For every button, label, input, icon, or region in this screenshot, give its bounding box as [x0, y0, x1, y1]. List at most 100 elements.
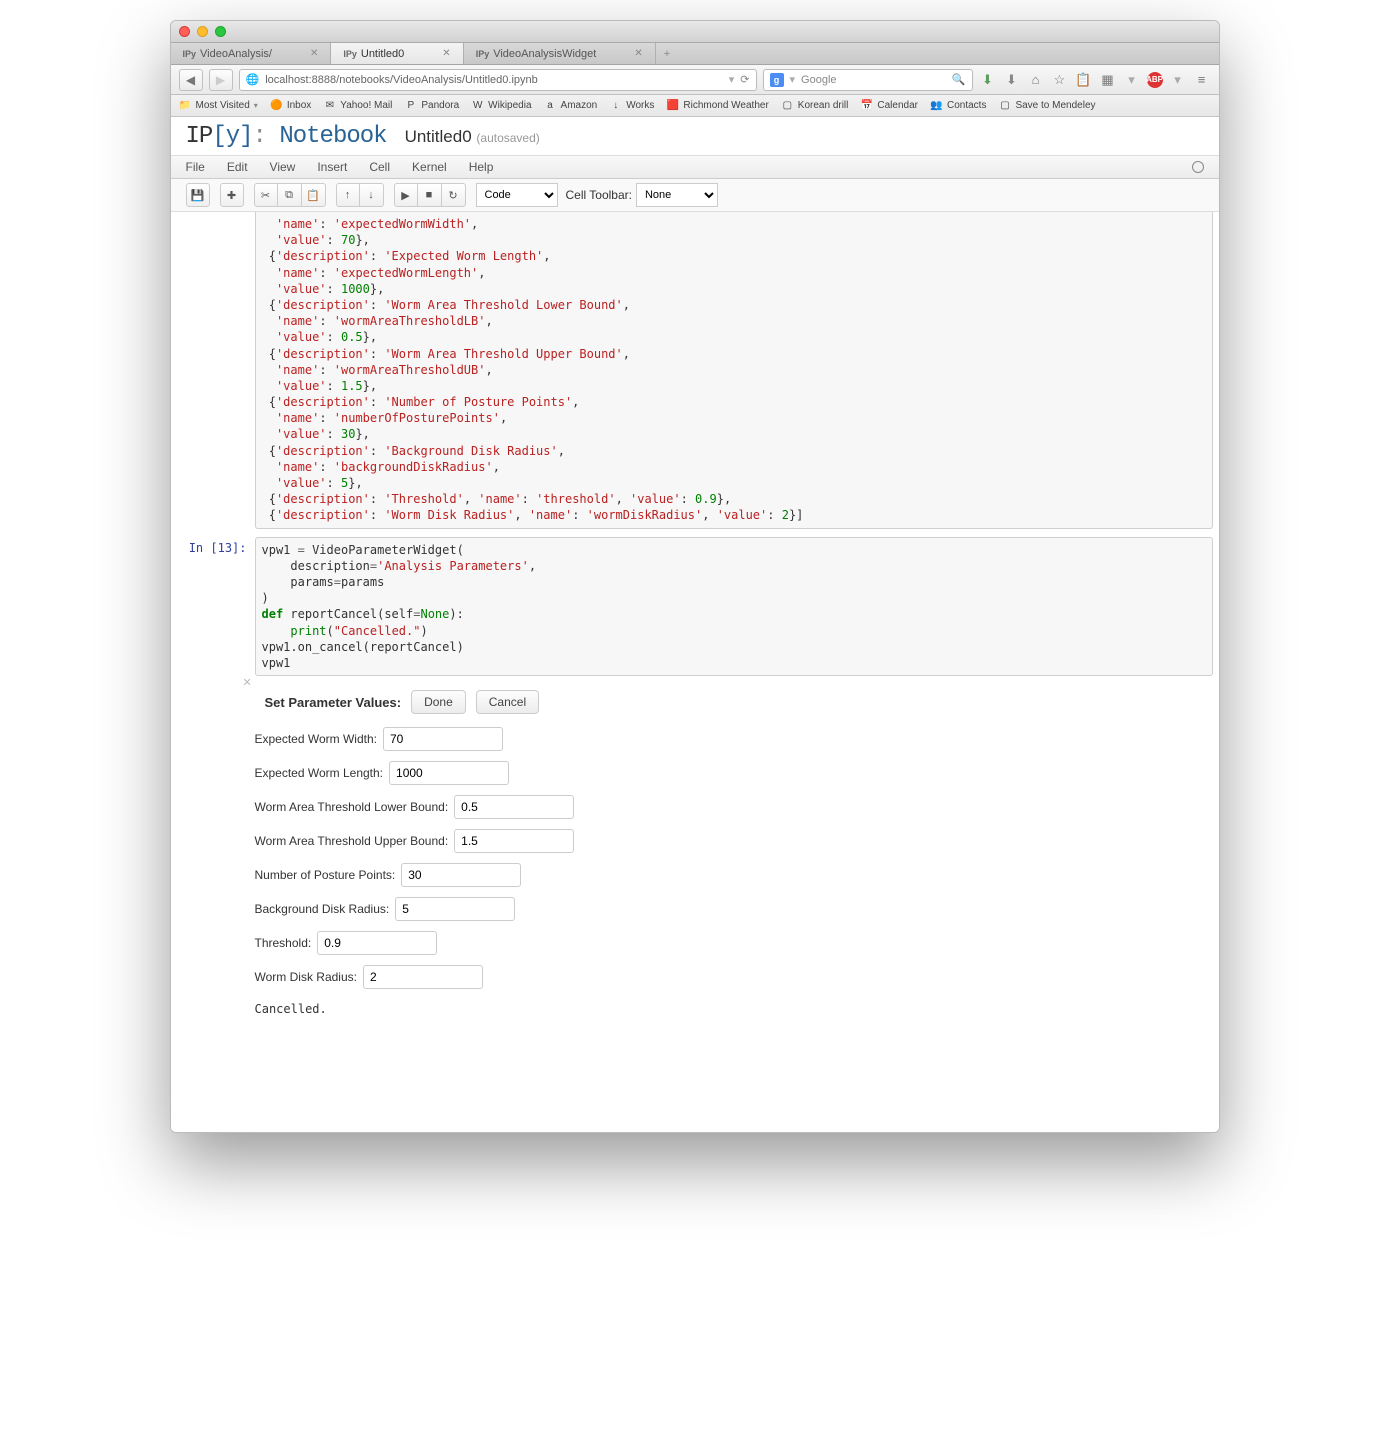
bookmark-item[interactable]: ▢Korean drill — [781, 99, 849, 112]
bookmark-item[interactable]: ▢ Save to Mendeley — [998, 99, 1095, 112]
back-button[interactable]: ◀ — [179, 69, 203, 91]
menu-file[interactable]: File — [186, 160, 205, 174]
field-input[interactable] — [401, 863, 521, 887]
forward-button[interactable]: ▶ — [209, 69, 233, 91]
bookmark-icon: 🟠 — [270, 99, 283, 112]
search-bar[interactable]: g ▾ Google 🔍 — [763, 69, 973, 91]
tab-favicon: IPy — [343, 49, 357, 59]
stop-button[interactable]: ■ — [418, 183, 442, 207]
url-bar[interactable]: 🌐 localhost:8888/notebooks/VideoAnalysis… — [239, 69, 757, 91]
bookmark-star-icon[interactable]: ☆ — [1051, 71, 1069, 89]
search-icon[interactable]: 🔍 — [952, 73, 966, 86]
copy-button[interactable]: ⧉ — [278, 183, 302, 207]
paste-button[interactable]: 📋 — [302, 183, 326, 207]
bookmark-label: Most Visited — [196, 100, 250, 111]
run-button[interactable]: ▶ — [394, 183, 418, 207]
window-titlebar — [171, 21, 1219, 43]
cancel-button[interactable]: Cancel — [476, 690, 539, 714]
menu-view[interactable]: View — [270, 160, 296, 174]
move-down-button[interactable]: ↓ — [360, 183, 384, 207]
browser-tab[interactable]: IPyUntitled0✕ — [331, 43, 463, 64]
downloads-icon[interactable]: ⬇ — [979, 71, 997, 89]
tab-close-icon[interactable]: ✕ — [442, 48, 450, 59]
field-input[interactable] — [389, 761, 509, 785]
menu-icon[interactable]: ≡ — [1193, 71, 1211, 89]
celltoolbar-select[interactable]: None — [636, 183, 718, 207]
cell-output: ✕ Set Parameter Values: Done Cancel Expe… — [255, 676, 1213, 1016]
field-label: Expected Worm Width: — [255, 732, 377, 746]
feed-icon[interactable]: ▦ — [1099, 71, 1117, 89]
window-close-button[interactable] — [179, 26, 190, 37]
tab-close-icon[interactable]: ✕ — [310, 48, 318, 59]
bookmark-icon: 📁 — [179, 99, 192, 112]
menu-kernel[interactable]: Kernel — [412, 160, 447, 174]
ipython-logo[interactable]: IP[y]: Notebook — [186, 123, 387, 150]
url-text: localhost:8888/notebooks/VideoAnalysis/U… — [265, 74, 723, 86]
google-icon: g — [770, 73, 784, 87]
menu-help[interactable]: Help — [469, 160, 494, 174]
dropdown-spacer-icon[interactable]: ▾ — [1123, 71, 1141, 89]
insert-cell-button[interactable]: ✚ — [220, 183, 244, 207]
bookmark-item[interactable]: 🟥Richmond Weather — [666, 99, 768, 112]
notebook-title[interactable]: Untitled0 (autosaved) — [405, 127, 540, 147]
code-body[interactable]: vpw1 = VideoParameterWidget( description… — [255, 537, 1213, 677]
bookmark-item[interactable]: 📁 Most Visited ▾ — [179, 99, 258, 112]
home-icon[interactable]: ⌂ — [1027, 71, 1045, 89]
bookmark-icon: a — [544, 99, 557, 112]
bookmark-item[interactable]: WWikipedia — [471, 99, 531, 112]
celltype-select[interactable]: Code — [476, 183, 558, 207]
window-zoom-button[interactable] — [215, 26, 226, 37]
restart-button[interactable]: ↻ — [442, 183, 466, 207]
tab-strip: IPyVideoAnalysis/✕IPyUntitled0✕IPyVideoA… — [171, 43, 1219, 65]
search-dropdown-icon[interactable]: ▾ — [790, 73, 796, 86]
field-input[interactable] — [454, 829, 574, 853]
done-button[interactable]: Done — [411, 690, 466, 714]
code-cell[interactable]: . 'name': 'expectedWormWidth', 'value': … — [177, 212, 1213, 529]
browser-tab[interactable]: IPyVideoAnalysisWidget✕ — [464, 43, 656, 64]
bookmark-label: Save to Mendeley — [1015, 100, 1095, 111]
new-tab-button[interactable]: + — [656, 43, 678, 64]
dropdown-icon: ▾ — [254, 101, 258, 110]
tab-close-icon[interactable]: ✕ — [634, 48, 642, 59]
dropdown-icon[interactable]: ▾ — [729, 73, 735, 86]
menu-edit[interactable]: Edit — [227, 160, 248, 174]
bookmark-item[interactable]: PPandora — [404, 99, 459, 112]
widget-field-row: Worm Area Threshold Lower Bound: — [255, 790, 1213, 824]
field-label: Worm Area Threshold Upper Bound: — [255, 834, 449, 848]
bookmark-label: Korean drill — [798, 100, 849, 111]
reload-icon[interactable]: ⟳ — [740, 73, 749, 86]
field-input[interactable] — [363, 965, 483, 989]
bookmark-item[interactable]: 📅Calendar — [860, 99, 918, 112]
save-button[interactable]: 💾 — [186, 183, 210, 207]
bookmark-item[interactable]: aAmazon — [544, 99, 598, 112]
bookmark-label: Calendar — [877, 100, 918, 111]
field-input[interactable] — [454, 795, 574, 819]
abp-icon[interactable]: ABP — [1147, 72, 1163, 88]
bookmark-item[interactable]: ↓Works — [609, 99, 654, 112]
notebook-toolbar: 💾 ✚ ✂ ⧉ 📋 ↑ ↓ ▶ ■ ↻ Code Cell Toolbar: N… — [171, 179, 1219, 212]
bookmark-icon: ▢ — [998, 99, 1011, 112]
widget-field-row: Worm Disk Radius: — [255, 960, 1213, 994]
code-body[interactable]: 'name': 'expectedWormWidth', 'value': 70… — [255, 212, 1213, 529]
bookmark-item[interactable]: 🟠Inbox — [270, 99, 311, 112]
code-cell[interactable]: In [13]: vpw1 = VideoParameterWidget( de… — [177, 537, 1213, 1017]
widget-title: Set Parameter Values: — [265, 695, 402, 710]
abp-dropdown-icon[interactable]: ▾ — [1169, 71, 1187, 89]
clipboard-icon[interactable]: 📋 — [1075, 71, 1093, 89]
celltoolbar-label: Cell Toolbar: — [566, 188, 632, 202]
field-input[interactable] — [383, 727, 503, 751]
menu-cell[interactable]: Cell — [369, 160, 390, 174]
browser-tab[interactable]: IPyVideoAnalysis/✕ — [171, 43, 332, 64]
cut-button[interactable]: ✂ — [254, 183, 278, 207]
bookmark-icon: 🟥 — [666, 99, 679, 112]
field-label: Number of Posture Points: — [255, 868, 396, 882]
download-icon[interactable]: ⬇ — [1003, 71, 1021, 89]
bookmark-item[interactable]: 👥Contacts — [930, 99, 986, 112]
menu-insert[interactable]: Insert — [317, 160, 347, 174]
field-input[interactable] — [395, 897, 515, 921]
bookmark-item[interactable]: ✉Yahoo! Mail — [323, 99, 392, 112]
move-up-button[interactable]: ↑ — [336, 183, 360, 207]
window-minimize-button[interactable] — [197, 26, 208, 37]
field-input[interactable] — [317, 931, 437, 955]
output-close-icon[interactable]: ✕ — [243, 676, 252, 689]
